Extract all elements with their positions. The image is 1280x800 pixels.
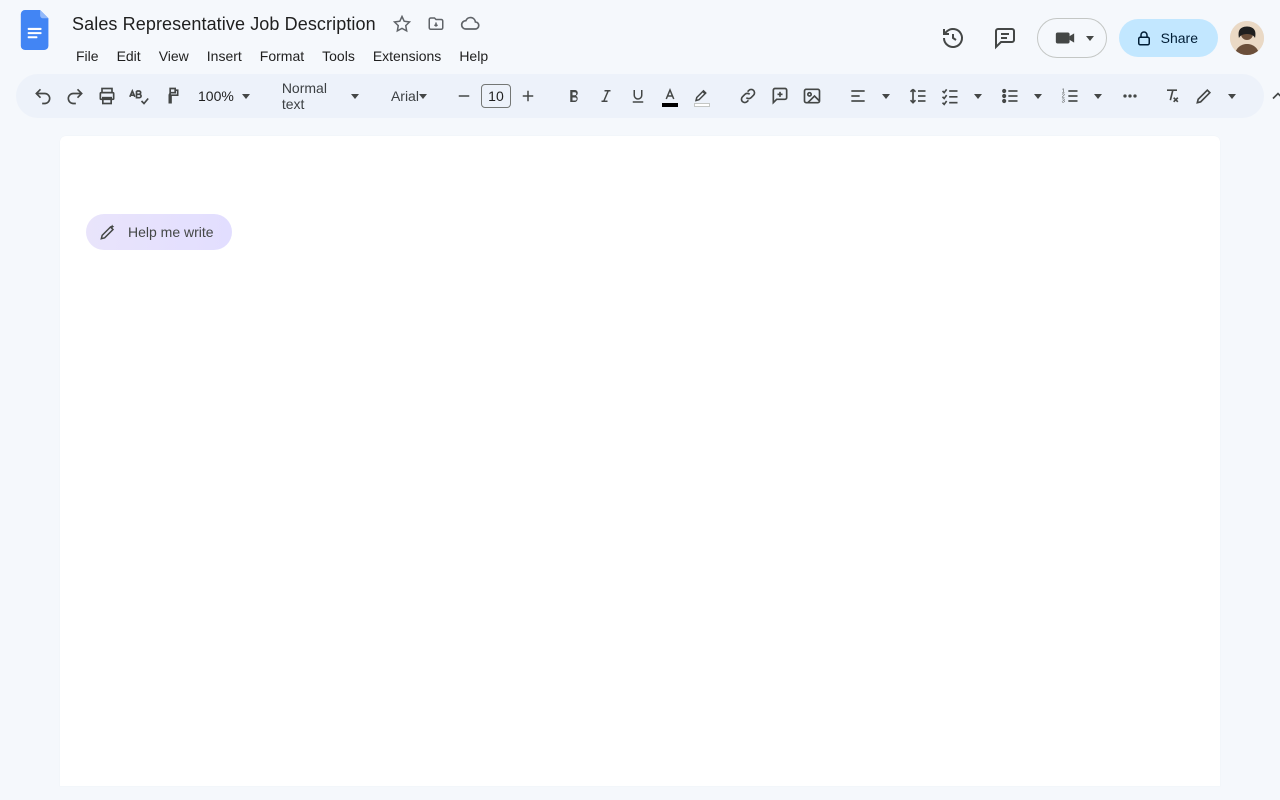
chevron-down-icon (351, 94, 359, 99)
pencil-sparkle-icon (98, 222, 118, 242)
more-options-button[interactable] (1115, 81, 1145, 111)
font-family-select[interactable]: Arial (381, 88, 433, 104)
undo-button[interactable] (28, 81, 58, 111)
share-label: Share (1161, 30, 1198, 46)
menu-format[interactable]: Format (252, 44, 312, 68)
svg-text:3: 3 (1062, 99, 1065, 105)
align-dropdown[interactable] (871, 81, 901, 111)
increase-font-size-button[interactable] (513, 81, 543, 111)
share-button[interactable]: Share (1119, 19, 1218, 57)
toolbar: 100% Normal text Arial (16, 74, 1264, 118)
highlight-swatch (694, 103, 710, 107)
last-edit-icon[interactable] (933, 18, 973, 58)
menu-insert[interactable]: Insert (199, 44, 250, 68)
editing-mode-button[interactable] (1189, 81, 1219, 111)
line-spacing-button[interactable] (903, 81, 933, 111)
menu-view[interactable]: View (151, 44, 197, 68)
align-button[interactable] (843, 81, 873, 111)
docs-logo[interactable] (16, 10, 56, 50)
menu-extensions[interactable]: Extensions (365, 44, 449, 68)
account-avatar[interactable] (1230, 21, 1264, 55)
meet-button[interactable] (1037, 18, 1107, 58)
menu-help[interactable]: Help (451, 44, 496, 68)
checklist-button[interactable] (935, 81, 965, 111)
decrease-font-size-button[interactable] (449, 81, 479, 111)
text-color-button[interactable] (655, 81, 685, 111)
menu-tools[interactable]: Tools (314, 44, 363, 68)
bulleted-list-button[interactable] (995, 81, 1025, 111)
checklist-dropdown[interactable] (963, 81, 993, 111)
star-icon[interactable] (388, 10, 416, 38)
font-family-value: Arial (391, 88, 419, 104)
cloud-status-icon[interactable] (456, 10, 484, 38)
underline-button[interactable] (623, 81, 653, 111)
editing-mode-dropdown[interactable] (1217, 81, 1247, 111)
help-me-write-button[interactable]: Help me write (86, 214, 232, 250)
clear-formatting-button[interactable] (1157, 81, 1187, 111)
bold-button[interactable] (559, 81, 589, 111)
font-size-input[interactable] (481, 84, 511, 108)
highlight-button[interactable] (687, 81, 717, 111)
collapse-toolbar-button[interactable] (1263, 81, 1280, 111)
menu-edit[interactable]: Edit (109, 44, 149, 68)
zoom-select[interactable]: 100% (188, 88, 256, 104)
document-title[interactable]: Sales Representative Job Description (68, 12, 380, 37)
chevron-down-icon (1086, 36, 1094, 41)
add-comment-button[interactable] (765, 81, 795, 111)
numbered-list-button[interactable]: 123 (1055, 81, 1085, 111)
paragraph-style-value: Normal text (282, 80, 327, 112)
insert-image-button[interactable] (797, 81, 827, 111)
move-icon[interactable] (422, 10, 450, 38)
document-page[interactable]: Help me write (60, 136, 1220, 786)
comments-icon[interactable] (985, 18, 1025, 58)
print-button[interactable] (92, 81, 122, 111)
zoom-value: 100% (198, 88, 234, 104)
numbered-list-dropdown[interactable] (1083, 81, 1113, 111)
paint-format-button[interactable] (156, 81, 186, 111)
bulleted-list-dropdown[interactable] (1023, 81, 1053, 111)
spellcheck-button[interactable] (124, 81, 154, 111)
menu-file[interactable]: File (68, 44, 107, 68)
help-me-write-label: Help me write (128, 224, 214, 240)
chevron-down-icon (242, 94, 250, 99)
italic-button[interactable] (591, 81, 621, 111)
text-color-swatch (662, 103, 678, 107)
paragraph-style-select[interactable]: Normal text (272, 80, 365, 112)
insert-link-button[interactable] (733, 81, 763, 111)
chevron-down-icon (419, 94, 427, 99)
redo-button[interactable] (60, 81, 90, 111)
